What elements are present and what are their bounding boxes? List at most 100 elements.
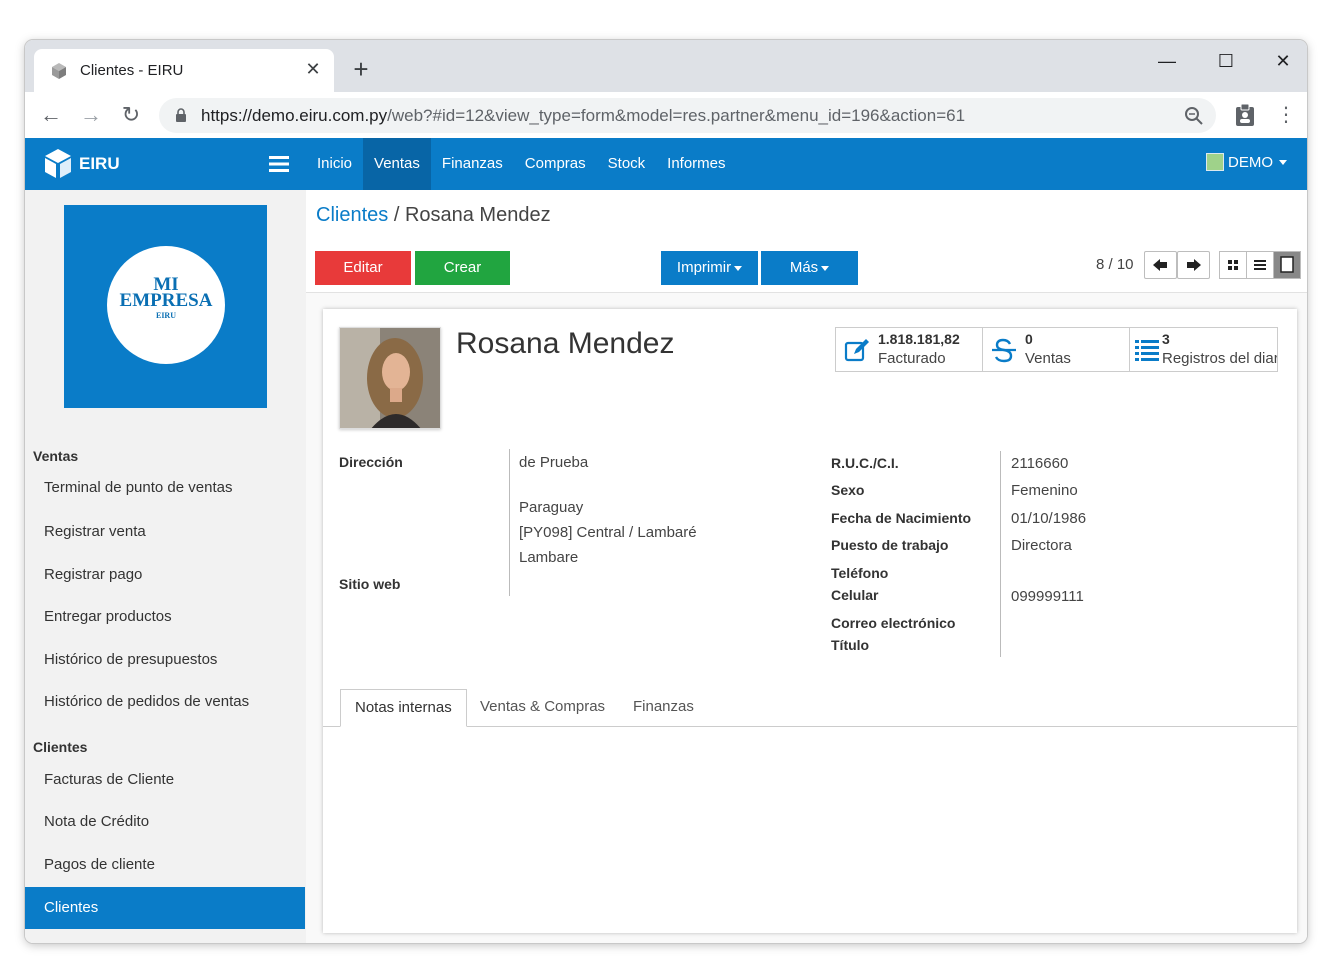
sex-value[interactable]: Femenino: [1011, 482, 1078, 499]
strikethrough-icon: [992, 338, 1016, 363]
form-tabs: Notas internas Ventas & Compras Finanzas: [323, 689, 1297, 727]
close-tab-icon[interactable]: ✕: [302, 58, 324, 80]
new-tab-button[interactable]: +: [347, 56, 375, 84]
menu-ventas[interactable]: Ventas: [363, 138, 431, 190]
maximize-button[interactable]: ☐: [1206, 46, 1246, 76]
lock-icon: [176, 108, 186, 122]
address-label: Dirección: [339, 454, 403, 470]
sidebar: MI EMPRESA EIRU Ventas Terminal de punto…: [25, 190, 306, 943]
email-label: Correo electrónico: [831, 615, 956, 631]
sidebar-item-clientes[interactable]: Clientes: [25, 887, 305, 929]
avatar: [340, 328, 440, 428]
reload-button[interactable]: ↻: [118, 102, 144, 128]
sidebar-item-historico-presupuestos[interactable]: Histórico de presupuestos: [25, 639, 305, 681]
hamburger-menu-icon[interactable]: [269, 154, 291, 174]
edit-document-icon: [844, 339, 869, 362]
print-button[interactable]: Imprimir: [661, 251, 758, 285]
list-icon: [1254, 260, 1266, 270]
mobile-label: Celular: [831, 587, 879, 603]
sidebar-item-entregar-productos[interactable]: Entregar productos: [25, 596, 305, 638]
edit-button[interactable]: Editar: [315, 251, 411, 285]
sidebar-item-facturas-cliente[interactable]: Facturas de Cliente: [25, 759, 305, 801]
user-avatar: [1206, 153, 1224, 171]
stat-invoiced-button[interactable]: 1.818.181,82 Facturado: [835, 327, 983, 372]
more-label: Más: [789, 259, 819, 276]
address-country[interactable]: Paraguay: [519, 499, 583, 516]
stat-invoiced-label: Facturado: [878, 350, 946, 367]
form-view-button[interactable]: [1273, 251, 1301, 279]
section-title-ventas: Ventas: [33, 448, 79, 464]
phone-label: Teléfono: [831, 565, 889, 581]
logo-circle: MI EMPRESA EIRU: [107, 246, 225, 364]
sidebar-item-terminal[interactable]: Terminal de punto de ventas: [25, 467, 305, 509]
list-icon: [1135, 340, 1159, 361]
sidebar-item-pagos-cliente[interactable]: Pagos de cliente: [25, 844, 305, 886]
sidebar-item-registrar-venta[interactable]: Registrar venta: [25, 511, 305, 553]
ruc-value[interactable]: 2116660: [1011, 455, 1068, 472]
sex-label: Sexo: [831, 482, 865, 498]
main-content: Clientes / Rosana Mendez Editar Crear Im…: [306, 190, 1307, 943]
zoom-icon[interactable]: [1184, 106, 1204, 126]
arrow-right-icon: [1187, 259, 1201, 271]
more-options-icon[interactable]: ⋮: [1273, 102, 1299, 128]
previous-record-button[interactable]: [1144, 251, 1177, 279]
back-button[interactable]: ←: [38, 102, 64, 128]
brand[interactable]: EIRU: [43, 148, 120, 180]
list-view-button[interactable]: [1246, 251, 1274, 279]
job-value[interactable]: Directora: [1011, 537, 1072, 554]
stat-invoiced-value: 1.818.181,82: [878, 331, 960, 347]
address-region[interactable]: [PY098] Central / Lambaré: [519, 524, 697, 541]
menu-compras[interactable]: Compras: [514, 138, 597, 190]
sidebar-item-historico-pedidos[interactable]: Histórico de pedidos de ventas: [25, 681, 305, 723]
kanban-view-button[interactable]: [1219, 251, 1247, 279]
browser-tab[interactable]: Clientes - EIRU ✕: [34, 49, 334, 92]
menu-finanzas[interactable]: Finanzas: [431, 138, 514, 190]
main-menu: Inicio Ventas Finanzas Compras Stock Inf…: [306, 138, 737, 190]
stat-sales-button[interactable]: 0 Ventas: [982, 327, 1130, 372]
create-button[interactable]: Crear: [415, 251, 510, 285]
address-street[interactable]: de Prueba: [519, 454, 588, 471]
tab-notas-internas[interactable]: Notas internas: [340, 689, 467, 727]
section-title-clientes: Clientes: [33, 739, 88, 755]
form-sheet: Rosana Mendez 1.818.181,82 Facturado 0 V…: [323, 309, 1297, 933]
breadcrumb: Clientes / Rosana Mendez: [316, 204, 551, 227]
tab-finanzas[interactable]: Finanzas: [619, 689, 708, 727]
arrow-left-icon: [1153, 259, 1167, 271]
stat-sales-label: Ventas: [1025, 350, 1071, 367]
menu-stock[interactable]: Stock: [597, 138, 657, 190]
ruc-label: R.U.C./C.I.: [831, 455, 899, 471]
sidebar-item-nota-credito[interactable]: Nota de Crédito: [25, 801, 305, 843]
next-record-button[interactable]: [1177, 251, 1210, 279]
breadcrumb-parent-link[interactable]: Clientes: [316, 204, 388, 226]
extension-icon[interactable]: [1232, 102, 1258, 128]
form-icon: [1280, 256, 1294, 273]
divider: [1000, 451, 1001, 657]
birthdate-label: Fecha de Nacimiento: [831, 510, 972, 526]
tab-ventas-compras[interactable]: Ventas & Compras: [466, 689, 619, 727]
minimize-button[interactable]: —: [1147, 46, 1187, 76]
tab-strip: Clientes - EIRU ✕ + — ☐ ✕: [25, 40, 1307, 92]
address-bar[interactable]: https://demo.eiru.com.py/web?#id=12&view…: [159, 98, 1216, 133]
close-window-button[interactable]: ✕: [1263, 46, 1303, 76]
sidebar-item-registrar-pago[interactable]: Registrar pago: [25, 554, 305, 596]
user-menu[interactable]: DEMO: [1206, 153, 1287, 171]
stat-journal-button[interactable]: 3 Registros del diario: [1129, 327, 1278, 372]
mobile-value[interactable]: 099999111: [1011, 588, 1084, 605]
stat-sales-value: 0: [1025, 331, 1033, 347]
stat-journal-label: Registros del diario: [1162, 350, 1278, 367]
url-text: https://demo.eiru.com.py/web?#id=12&view…: [201, 106, 966, 125]
menu-inicio[interactable]: Inicio: [306, 138, 363, 190]
brand-name: EIRU: [79, 154, 120, 173]
tab-title: Clientes - EIRU: [80, 62, 184, 79]
browser-window: Clientes - EIRU ✕ + — ☐ ✕ ← → ↻ https://…: [25, 40, 1307, 943]
print-label: Imprimir: [676, 259, 732, 276]
forward-button[interactable]: →: [78, 102, 104, 128]
partner-photo[interactable]: [339, 327, 441, 429]
stat-journal-value: 3: [1162, 331, 1170, 347]
divider: [509, 449, 510, 596]
birthdate-value[interactable]: 01/10/1986: [1011, 510, 1086, 527]
more-button[interactable]: Más: [761, 251, 858, 285]
address-city[interactable]: Lambare: [519, 549, 578, 566]
pager-counter[interactable]: 8 / 10: [1096, 256, 1134, 273]
menu-informes[interactable]: Informes: [656, 138, 736, 190]
